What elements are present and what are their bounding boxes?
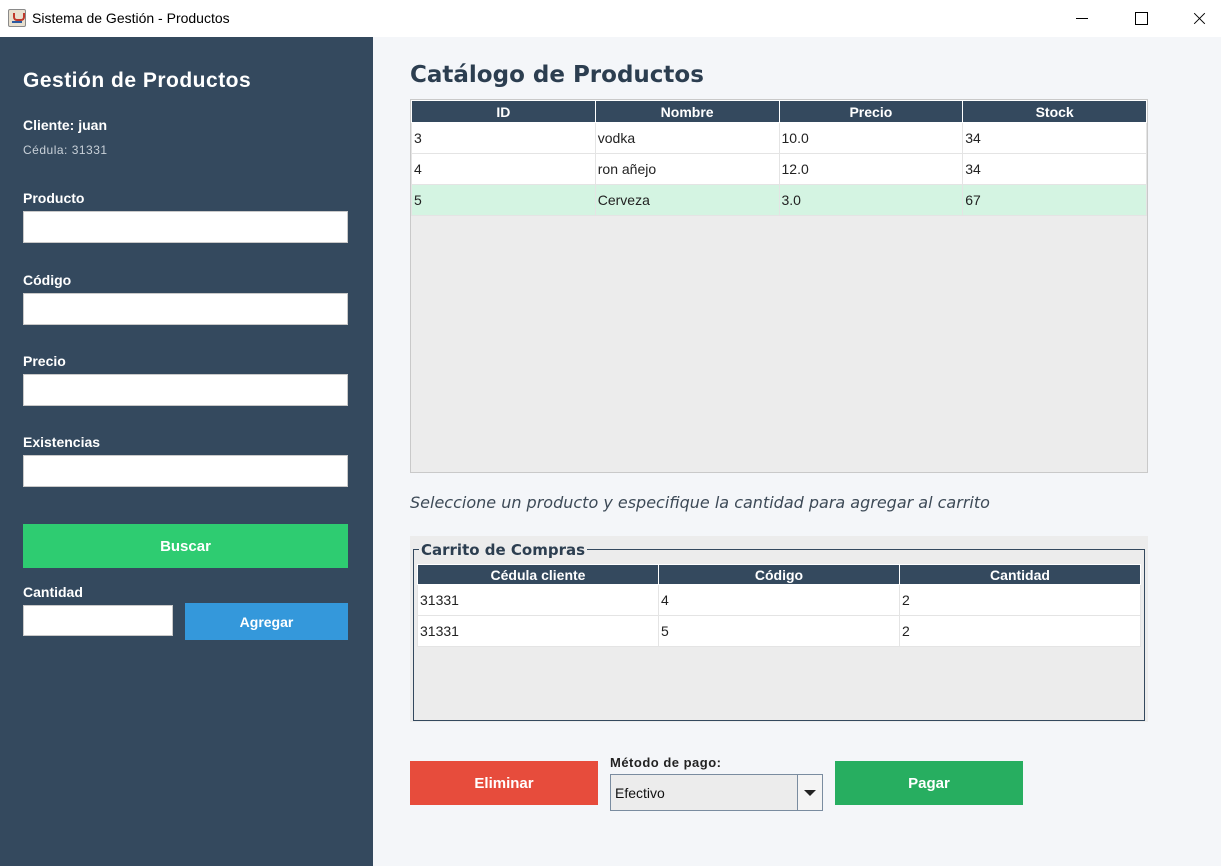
payment-method-label: Método de pago: [610,755,722,770]
catalog-header-row: ID Nombre Precio Stock [411,100,1147,123]
catalog-table: ID Nombre Precio Stock 3 vodka 10.0 34 4… [411,100,1147,216]
cantidad-label: Cantidad [23,584,83,600]
page-title: Catálogo de Productos [410,62,704,88]
java-app-icon [8,9,26,27]
catalog-header-precio[interactable]: Precio [778,100,964,123]
table-cell[interactable]: 10.0 [778,122,964,154]
table-cell[interactable]: 12.0 [778,153,964,185]
catalog-header-id[interactable]: ID [411,100,596,123]
sidebar: Gestión de Productos Cliente: juan Cédul… [0,37,373,866]
table-cell[interactable]: ron añejo [594,153,780,185]
table-cell[interactable]: vodka [594,122,780,154]
table-row[interactable]: 3 vodka 10.0 34 [411,122,1147,154]
cart-panel: Carrito de Compras Cédula cliente Código… [410,536,1148,722]
table-cell[interactable]: 3.0 [778,184,964,216]
main-panel: Catálogo de Productos ID Nombre Precio S… [373,37,1221,866]
catalog-header-nombre[interactable]: Nombre [594,100,780,123]
cart-table: Cédula cliente Código Cantidad 31331 4 2… [417,564,1141,647]
table-cell[interactable]: 5 [658,615,900,647]
codigo-input[interactable] [23,293,348,325]
cantidad-input[interactable] [23,605,173,636]
table-cell[interactable]: 3 [411,122,596,154]
existencias-label: Existencias [23,434,101,450]
table-cell[interactable]: 2 [899,615,1141,647]
table-row-selected[interactable]: 5 Cerveza 3.0 67 [411,184,1147,216]
buscar-button[interactable]: Buscar [23,524,348,568]
payment-method-select[interactable]: Efectivo [610,774,823,811]
agregar-button[interactable]: Agregar [185,603,348,640]
eliminar-button[interactable]: Eliminar [410,761,598,805]
maximize-button[interactable] [1118,0,1164,37]
table-row[interactable]: 31331 4 2 [417,584,1141,616]
close-button[interactable] [1176,0,1221,37]
table-row[interactable]: 31331 5 2 [417,615,1141,647]
cart-header-cantidad[interactable]: Cantidad [899,564,1141,585]
table-cell[interactable]: 2 [899,584,1141,616]
client-name: Cliente: juan [23,117,108,133]
pagar-button[interactable]: Pagar [835,761,1023,805]
table-cell[interactable]: Cerveza [594,184,780,216]
cart-title: Carrito de Compras [419,541,588,559]
table-cell[interactable]: 34 [962,122,1147,154]
table-cell[interactable]: 5 [411,184,596,216]
table-cell[interactable]: 34 [962,153,1147,185]
catalog-table-container: ID Nombre Precio Stock 3 vodka 10.0 34 4… [410,99,1148,473]
existencias-input[interactable] [23,455,348,487]
table-row[interactable]: 4 ron añejo 12.0 34 [411,153,1147,185]
title-bar: Sistema de Gestión - Productos [0,0,1221,37]
catalog-header-stock[interactable]: Stock [962,100,1147,123]
cart-header-row: Cédula cliente Código Cantidad [417,564,1141,585]
cart-header-codigo[interactable]: Código [658,564,900,585]
client-cedula: Cédula: 31331 [23,143,108,157]
cart-header-cedula[interactable]: Cédula cliente [417,564,659,585]
table-cell[interactable]: 31331 [417,584,659,616]
table-cell[interactable]: 67 [962,184,1147,216]
precio-input[interactable] [23,374,348,406]
instruction-text: Seleccione un producto y especifique la … [410,493,990,512]
window-title: Sistema de Gestión - Productos [32,10,230,26]
producto-input[interactable] [23,211,348,243]
table-cell[interactable]: 31331 [417,615,659,647]
sidebar-title: Gestión de Productos [23,69,252,92]
codigo-label: Código [23,272,72,288]
payment-method-value: Efectivo [615,785,665,801]
table-cell[interactable]: 4 [658,584,900,616]
dropdown-arrow-icon[interactable] [797,775,822,810]
minimize-button[interactable] [1059,0,1105,37]
cart-table-container: Cédula cliente Código Cantidad 31331 4 2… [417,564,1141,647]
precio-label: Precio [23,353,66,369]
table-cell[interactable]: 4 [411,153,596,185]
producto-label: Producto [23,190,85,206]
